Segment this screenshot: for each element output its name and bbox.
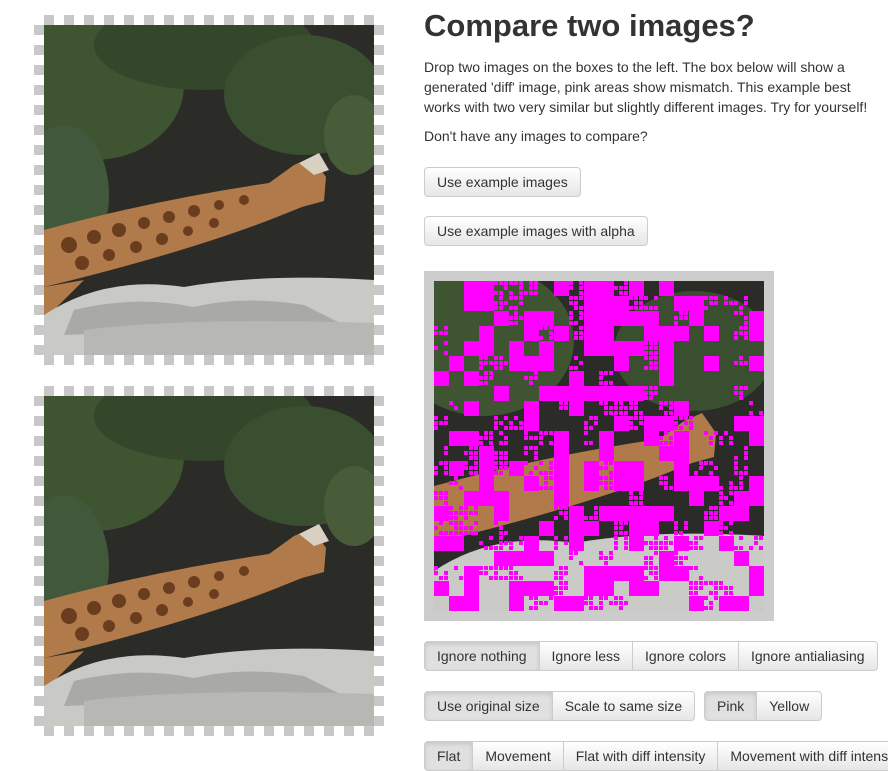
no-images-prompt: Don't have any images to compare? <box>424 128 648 144</box>
movement-diff-intensity-button[interactable]: Movement with diff intensity <box>717 741 888 771</box>
use-example-images-button[interactable]: Use example images <box>424 167 581 197</box>
ignore-less-button[interactable]: Ignore less <box>538 641 634 671</box>
page-title: Compare two images? <box>424 8 755 43</box>
render-mode-group: Flat Movement Flat with diff intensity M… <box>424 741 888 771</box>
image-drop-box-1[interactable] <box>34 15 384 365</box>
use-original-size-button[interactable]: Use original size <box>424 691 553 721</box>
ignore-options-group: Ignore nothing Ignore less Ignore colors… <box>424 641 878 671</box>
flat-mode-button[interactable]: Flat <box>424 741 474 771</box>
pink-color-button[interactable]: Pink <box>704 691 758 721</box>
use-example-images-alpha-button[interactable]: Use example images with alpha <box>424 216 648 246</box>
image-drop-box-2[interactable] <box>34 386 384 736</box>
ignore-nothing-button[interactable]: Ignore nothing <box>424 641 540 671</box>
ignore-colors-button[interactable]: Ignore colors <box>632 641 739 671</box>
diff-result-box <box>424 271 774 621</box>
size-options-group: Use original size Scale to same size <box>424 691 696 721</box>
flat-diff-intensity-button[interactable]: Flat with diff intensity <box>562 741 719 771</box>
giraffe-photo-1 <box>44 25 374 355</box>
movement-mode-button[interactable]: Movement <box>472 741 564 771</box>
diff-color-group: Pink Yellow <box>704 691 823 721</box>
yellow-color-button[interactable]: Yellow <box>756 691 823 721</box>
ignore-antialiasing-button[interactable]: Ignore antialiasing <box>737 641 878 671</box>
diff-image <box>434 281 764 611</box>
giraffe-photo-2 <box>44 396 374 726</box>
scale-to-same-size-button[interactable]: Scale to same size <box>551 691 696 721</box>
intro-text: Drop two images on the boxes to the left… <box>424 59 868 115</box>
